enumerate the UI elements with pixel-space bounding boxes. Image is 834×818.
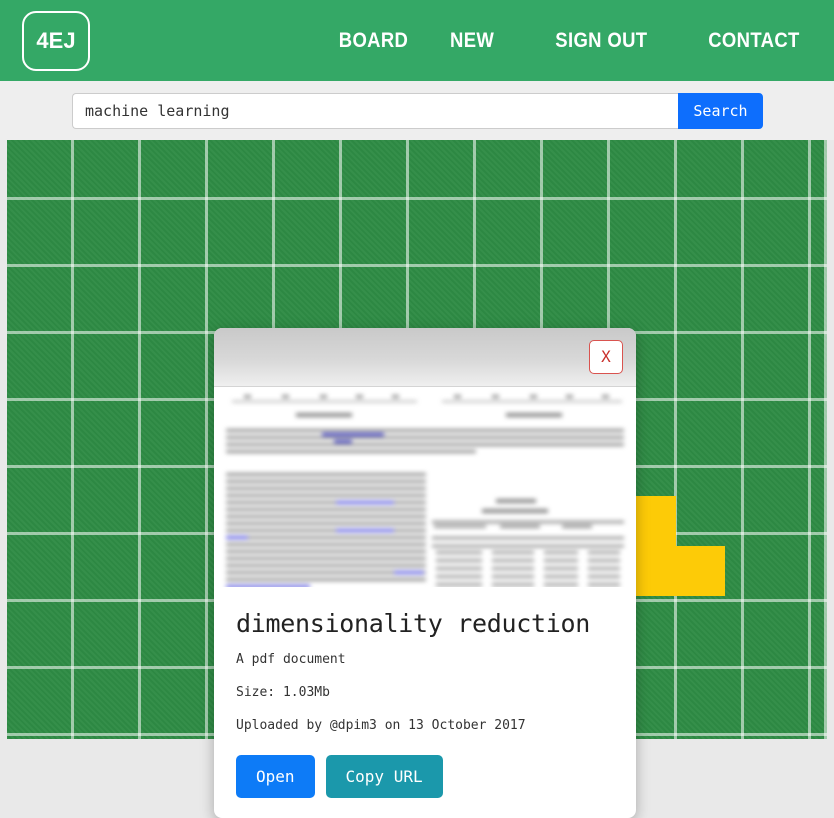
search-input[interactable] (72, 93, 678, 129)
modal-actions: Open Copy URL (236, 755, 614, 798)
open-button[interactable]: Open (236, 755, 315, 798)
modal-header: X (214, 328, 636, 387)
search-button[interactable]: Search (678, 93, 763, 129)
nav-link-new[interactable]: NEW (450, 29, 494, 53)
document-uploader: Uploaded by @dpim3 on 13 October 2017 (236, 718, 526, 733)
close-icon[interactable]: X (589, 340, 623, 374)
document-title: dimensionality reduction (236, 609, 591, 638)
navbar: 4EJ BOARD NEW SIGN OUT CONTACT (0, 0, 834, 81)
nav-link-board[interactable]: BOARD (339, 29, 409, 53)
document-modal: X dimensionality reduction A pdf documen… (214, 328, 636, 818)
nav-link-contact[interactable]: CONTACT (708, 29, 799, 53)
board-grid[interactable]: X dimensionality reduction A pdf documen… (7, 140, 827, 818)
tile-yellow[interactable] (635, 496, 676, 546)
brand-logo[interactable]: 4EJ (22, 10, 90, 71)
tile-yellow[interactable] (635, 546, 725, 596)
pdf-preview-image[interactable] (214, 387, 636, 587)
modal-body: dimensionality reduction A pdf document … (214, 587, 636, 798)
document-size: Size: 1.03Mb (236, 685, 330, 700)
nav-links: BOARD NEW SIGN OUT CONTACT (334, 29, 806, 53)
search-bar: Search (0, 81, 834, 140)
search-group: Search (72, 93, 763, 129)
document-type: A pdf document (236, 652, 346, 667)
nav-link-sign-out[interactable]: SIGN OUT (556, 29, 648, 53)
copy-url-button[interactable]: Copy URL (325, 755, 443, 798)
